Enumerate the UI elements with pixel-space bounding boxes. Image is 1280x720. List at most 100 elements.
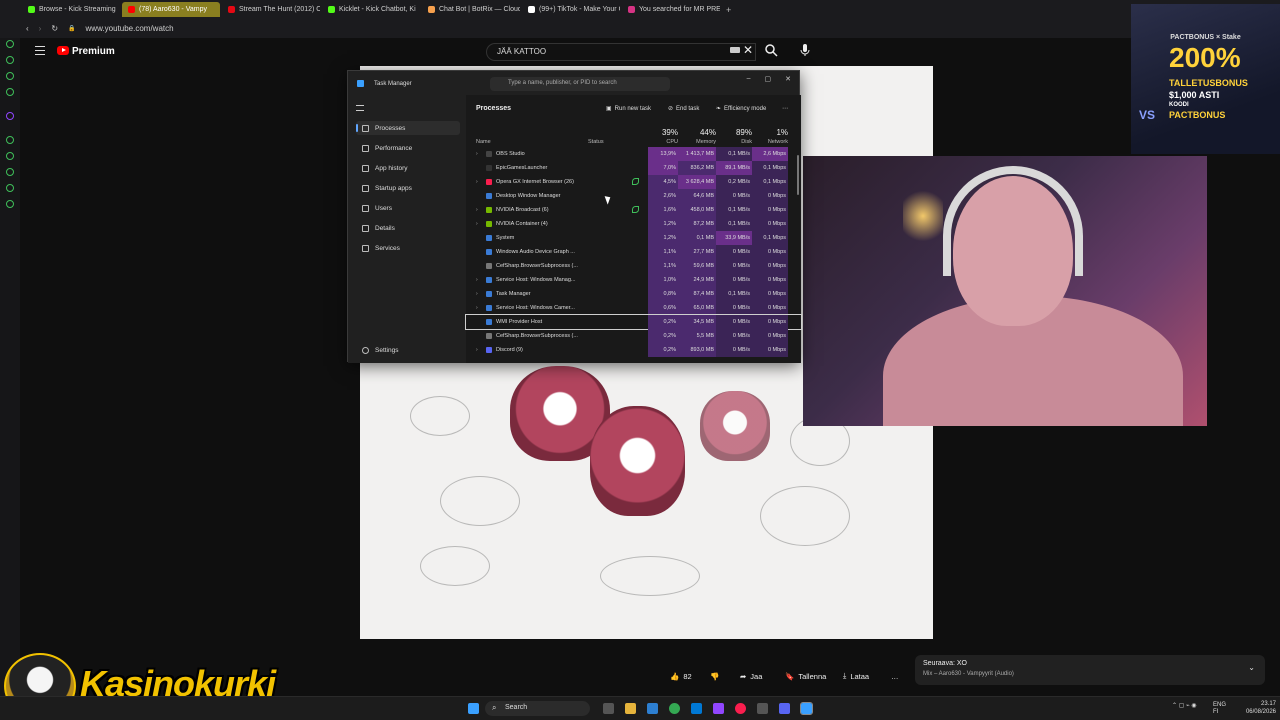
efficiency-mode-button[interactable]: ❧ Efficiency mode [716,105,766,113]
column-cpu[interactable]: CPU [648,139,678,145]
expand-chevron-icon[interactable]: › [476,347,478,353]
expand-chevron-icon[interactable]: › [476,305,478,311]
sidebar-app-icon[interactable] [6,56,14,64]
up-next-panel[interactable]: Seuraava: XO Mix – Aaro630 - Vampyyrit (… [915,655,1265,685]
sidebar-app-icon[interactable] [6,136,14,144]
browser-tab[interactable]: (78) Aaro630 - Vampy [122,2,220,17]
process-row[interactable]: WMI Provider Host 0,2% 34,5 MB 0 MB/s 0 Mbps [465,314,802,330]
nav-details[interactable]: Details [356,221,460,235]
process-search-input[interactable]: Type a name, publisher, or PID to search [490,77,670,91]
back-icon[interactable]: ‹ [26,24,29,33]
forward-icon[interactable]: › [39,24,42,33]
process-row[interactable]: CefSharp.BrowserSubprocess (... 0,2% 5,5 M… [466,329,801,343]
nav-processes[interactable]: Processes [356,121,460,135]
chrome-icon[interactable] [669,703,680,714]
browser-tab[interactable]: Chat Bot | BotRix — Cloud [422,2,520,17]
sidebar-app-icon[interactable] [6,72,14,80]
expand-chevron-icon[interactable]: › [476,179,478,185]
process-row[interactable]: CefSharp.BrowserSubprocess (... 1,1% 59,6 … [466,259,801,273]
process-row[interactable]: › Service Host: Windows Camer... 0,6% 65,0 … [466,301,801,315]
sidebar-app-icon[interactable] [6,168,14,176]
column-status[interactable]: Status [588,139,604,145]
share-button[interactable]: ➦ Jaa [740,668,762,684]
process-row[interactable]: › Opera GX Internet Browser (26) 4,5% 3 628… [466,175,801,189]
process-row[interactable]: › NVIDIA Broadcast (6) 1,6% 458,0 MB 0,1 MB/… [466,203,801,217]
nav-settings[interactable]: Settings [356,343,460,357]
app-icon[interactable] [713,703,724,714]
nav-services[interactable]: Services [356,241,460,255]
process-row[interactable]: Desktop Window Manager 2,6% 64,6 MB 0 MB/s 0… [466,189,801,203]
clear-search-icon[interactable]: ✕ [743,43,753,57]
task-view-icon[interactable] [603,703,614,714]
url-text[interactable]: www.youtube.com/watch [86,24,174,33]
search-input[interactable]: JÄÄ KATTOO [486,43,756,61]
edge-icon[interactable] [647,703,658,714]
sidebar-app-icon[interactable] [6,152,14,160]
opera-gx-icon[interactable] [735,703,746,714]
column-network[interactable]: Network [752,139,788,145]
browser-tab[interactable]: Kicklet - Kick Chatbot, Ki [322,2,420,17]
menu-icon[interactable] [35,46,45,55]
keyboard-icon[interactable] [730,47,740,53]
sidebar-app-icon[interactable] [6,184,14,192]
hamburger-icon[interactable] [356,105,364,111]
expand-chevron-icon[interactable]: › [476,221,478,227]
task-manager-taskbar-icon[interactable] [800,702,813,715]
sidebar-app-icon[interactable] [6,88,14,96]
process-row[interactable]: › Service Host: Windows Manag... 1,0% 24,9 … [466,273,801,287]
minimize-icon[interactable]: – [747,75,751,83]
expand-chevron-icon[interactable]: › [476,291,478,297]
windows-start-icon[interactable] [468,703,479,714]
process-row[interactable]: › OBS Studio 13,9% 1 413,7 MB 0,1 MB/s 2,6 Mb… [466,147,801,161]
expand-chevron-icon[interactable]: › [476,151,478,157]
column-name[interactable]: Name [476,139,491,145]
browser-tab[interactable]: You searched for MR PRES [622,2,720,17]
browser-tab[interactable]: Stream The Hunt (2012) O [222,2,320,17]
process-row[interactable]: Windows Audio Device Graph ... 1,1% 27,7 M… [466,245,801,259]
scrollbar[interactable] [797,155,799,195]
store-icon[interactable] [691,703,702,714]
browser-tab[interactable]: (99+) TikTok - Make Your C [522,2,620,17]
download-button[interactable]: ⤓ Lataa [843,668,869,684]
nav-users[interactable]: Users [356,201,460,215]
process-row[interactable]: › Task Manager 0,8% 87,4 MB 0,1 MB/s 0 Mbps [466,287,801,301]
process-row[interactable]: EpicGamesLauncher 7,0% 836,2 MB 89,1 MB/s 0,… [466,161,801,175]
process-row[interactable]: System 1,2% 0,1 MB 33,9 MB/s 0,1 Mbps [466,231,801,245]
run-new-task-button[interactable]: ▣ Run new task [606,105,651,113]
settings-icon[interactable] [6,200,14,208]
column-disk[interactable]: Disk [716,139,752,145]
discord-icon[interactable] [779,703,790,714]
new-tab-button[interactable]: + [726,5,731,15]
expand-chevron-icon[interactable]: › [476,277,478,283]
maximize-icon[interactable]: ▢ [765,75,772,83]
nav-app-history[interactable]: App history [356,161,460,175]
file-explorer-icon[interactable] [625,703,636,714]
chevron-down-icon[interactable]: ⌄ [1248,663,1255,672]
microphone-icon[interactable] [798,43,814,59]
taskbar-search[interactable]: ⌕ Search [485,701,590,716]
language-indicator[interactable]: ENG FI [1213,702,1226,716]
column-memory[interactable]: Memory [678,139,716,145]
nav-startup-apps[interactable]: Startup apps [356,181,460,195]
search-icon[interactable] [764,43,780,59]
reload-icon[interactable]: ↻ [51,24,58,33]
like-button[interactable]: 👍 82 [670,668,692,684]
more-options-button[interactable]: ⋯ [782,105,788,112]
browser-tab[interactable]: Browse - Kick Streaming [22,2,120,17]
process-row[interactable]: › NVIDIA Container (4) 1,2% 87,2 MB 0,1 MB/s… [466,217,801,231]
save-button[interactable]: 🔖 Tallenna [785,668,826,684]
process-row[interactable]: › Discord (9) 0,2% 893,0 MB 0 MB/s 0 Mbps [466,343,801,357]
youtube-logo-icon[interactable] [57,46,69,55]
more-actions-button[interactable]: … [891,668,899,684]
casino-ad[interactable]: PACTBONUS × Stake 200% TALLETUSBONUS $1,… [1131,4,1280,154]
end-task-button[interactable]: ⊘ End task [668,105,699,113]
close-icon[interactable]: ✕ [785,75,791,83]
dislike-button[interactable]: 👎 [710,668,719,684]
sidebar-app-icon[interactable] [6,40,14,48]
nav-performance[interactable]: Performance [356,141,460,155]
tray-icons[interactable]: ⌃ ▢ ⌁ ◉ [1172,702,1197,709]
system-clock[interactable]: 23.17 06/08/2026 [1246,700,1276,716]
steam-icon[interactable] [757,703,768,714]
twitch-icon[interactable] [6,112,14,120]
expand-chevron-icon[interactable]: › [476,207,478,213]
